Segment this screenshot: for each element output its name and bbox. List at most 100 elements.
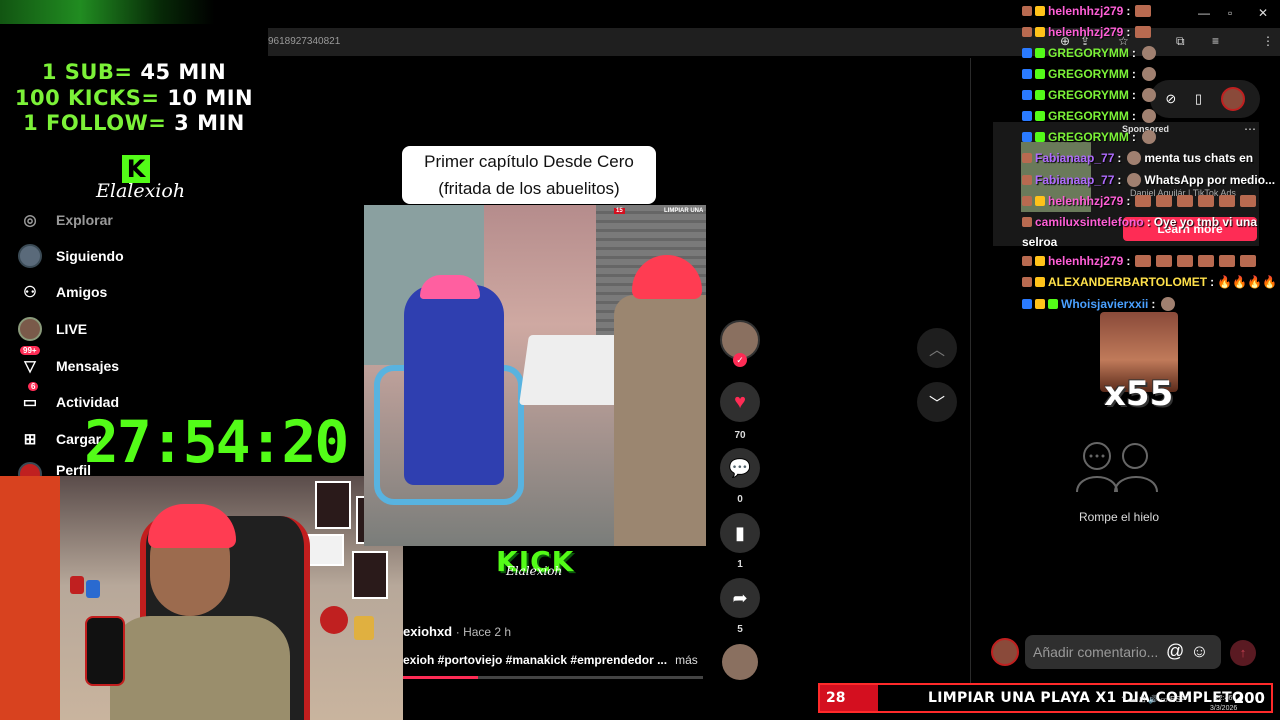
caption-line: Primer capítulo Desde Cero	[424, 152, 634, 171]
chat-username[interactable]: helenhhzj279	[1048, 254, 1123, 268]
streamer-hair	[148, 504, 236, 548]
chat-text: Oye yo tmb vi una	[1153, 215, 1258, 229]
share-count: 5	[737, 624, 743, 635]
video-player[interactable]: 15 LIMPIAR UNA	[364, 205, 706, 546]
save-count: 1	[737, 559, 743, 570]
profile-avatar[interactable]	[1220, 87, 1245, 111]
goal-kicks: 100 KICKS= 10 MIN	[14, 86, 254, 110]
chat-separator: :	[1131, 88, 1136, 102]
emote-icon	[1141, 67, 1156, 81]
message-icon: ▽ 99+	[18, 346, 42, 378]
chat-username[interactable]: helenhhzj279	[1048, 194, 1123, 208]
video-cap	[420, 275, 480, 299]
previous-video-button[interactable]: ︿	[917, 328, 957, 368]
chat-message: GREGORYMM :	[1022, 86, 1156, 104]
save-button[interactable]: ▮	[720, 513, 760, 553]
sidebar-item-label: Siguiendo	[56, 248, 124, 264]
mention-icon[interactable]: @	[1166, 641, 1190, 661]
emoji-icon[interactable]: ☺	[1190, 641, 1214, 661]
maximize-button[interactable]: ▫	[1228, 6, 1232, 20]
comment-button[interactable]: 💬	[720, 448, 760, 488]
chat-badge-icon	[1022, 153, 1032, 163]
share-button[interactable]: ➦	[720, 578, 760, 618]
extensions-icon[interactable]: ⧉	[1176, 34, 1185, 49]
brand-name: Elalexioh	[96, 180, 186, 202]
bookmark-icon: ▮	[735, 522, 745, 543]
phone-icon[interactable]: ▯	[1195, 91, 1202, 107]
sidebar-item-mensajes[interactable]: ▽ 99+ Mensajes	[18, 346, 119, 380]
video-tag-text: LIMPIAR UNA	[664, 208, 704, 214]
chat-separator: :	[1117, 173, 1122, 187]
comment-count: 0	[737, 494, 743, 505]
sound-avatar[interactable]	[722, 644, 758, 680]
send-button[interactable]: ↑	[1230, 640, 1256, 666]
playlist-icon[interactable]: ≡	[1212, 34, 1219, 48]
video-caption: Primer capítulo Desde Cero (fritada de l…	[402, 146, 656, 204]
chat-username[interactable]: Fabianaap_77	[1035, 173, 1114, 187]
chat-username[interactable]: camiluxsintelefono	[1035, 215, 1144, 229]
more-options-icon[interactable]: ⋯	[1244, 122, 1256, 136]
avatar	[18, 244, 42, 268]
toy	[70, 576, 84, 594]
chat-username[interactable]: GREGORYMM	[1048, 46, 1129, 60]
chat-badge-icon	[1022, 90, 1032, 100]
people-icon: ⚇	[23, 284, 37, 301]
chat-message: Fabianaap_77 : WhatsApp por medio...	[1022, 171, 1275, 189]
chat-separator: :	[1131, 130, 1136, 144]
sidebar-item-perfil[interactable]: Perfil	[18, 462, 91, 476]
emote-icon	[1135, 26, 1152, 38]
sidebar-item-live[interactable]: LIVE	[18, 315, 87, 343]
chat-badge-icon	[1035, 69, 1045, 79]
author-name[interactable]: exiohxd	[403, 624, 452, 639]
emote-icon	[1177, 195, 1194, 207]
chat-username[interactable]: GREGORYMM	[1048, 109, 1129, 123]
emote-icon	[1161, 297, 1176, 311]
taskbar-clock[interactable]: 22:46 3/3/2026	[1210, 694, 1237, 714]
minimize-button[interactable]: —	[1198, 6, 1210, 20]
more-link[interactable]: más	[675, 653, 698, 667]
share-arrow-icon: ➦	[732, 587, 748, 608]
like-button[interactable]: ♥	[720, 382, 760, 422]
ice-breaker-icon	[1076, 442, 1158, 493]
video-woman	[404, 285, 504, 485]
chat-separator: :	[1126, 254, 1131, 268]
video-progress[interactable]	[403, 676, 703, 679]
chat-message: selroa	[1022, 233, 1057, 251]
chat-username[interactable]: GREGORYMM	[1048, 88, 1129, 102]
chat-username[interactable]: Fabianaap_77	[1035, 151, 1114, 165]
next-video-button[interactable]: ﹀	[917, 382, 957, 422]
sidebar-item-amigos[interactable]: ⚇ Amigos	[18, 278, 107, 306]
hashtags[interactable]: exioh #portoviejo #manakick #emprendedor…	[403, 653, 667, 667]
goal-sub: 1 SUB= 45 MIN	[41, 60, 227, 84]
chat-badge-icon	[1048, 299, 1058, 309]
chat-separator: :	[1117, 151, 1122, 165]
url-text[interactable]: 96189273408​21	[268, 36, 340, 47]
compass-icon[interactable]: ⊘	[1165, 91, 1176, 107]
chat-username[interactable]: Whoisjavierxxii	[1061, 297, 1148, 311]
heart-icon: ♥	[734, 390, 746, 413]
stream-overlay: 1 SUB= 45 MIN 100 KICKS= 10 MIN 1 FOLLOW…	[0, 0, 268, 215]
chat-username[interactable]: ALEXANDERBARTOLOMET	[1048, 275, 1207, 289]
emote-icon	[1135, 195, 1152, 207]
video-author[interactable]: exiohxd · Hace 2 h	[403, 624, 511, 639]
empty-state-text: Rompe el hielo	[1078, 510, 1160, 524]
emote-icon	[1141, 46, 1156, 60]
menu-icon[interactable]: ⋮	[1262, 34, 1274, 48]
follow-check-icon[interactable]: ✓	[733, 353, 747, 367]
video-description: exioh #portoviejo #manakick #emprendedor…	[403, 653, 698, 667]
panel-divider	[970, 58, 971, 688]
sidebar-item-siguiendo[interactable]: Siguiendo	[18, 242, 124, 270]
chat-badge-icon	[1022, 132, 1032, 142]
webcam-wall	[0, 476, 60, 720]
goal-count: 28	[820, 685, 878, 711]
like-count: 70	[734, 430, 746, 441]
sidebar-item-explorar[interactable]: ◎ Explorar	[18, 206, 112, 234]
chat-username[interactable]: helenhhzj279	[1048, 25, 1123, 39]
sidebar-item-label: Amigos	[56, 284, 108, 300]
chat-username[interactable]: GREGORYMM	[1048, 130, 1129, 144]
emote-multiplier: x55	[1104, 374, 1174, 414]
chat-text: selroa	[1022, 235, 1058, 249]
chat-username[interactable]: GREGORYMM	[1048, 67, 1129, 81]
chat-username[interactable]: helenhhzj279	[1048, 4, 1123, 18]
close-button[interactable]: ✕	[1258, 6, 1268, 20]
